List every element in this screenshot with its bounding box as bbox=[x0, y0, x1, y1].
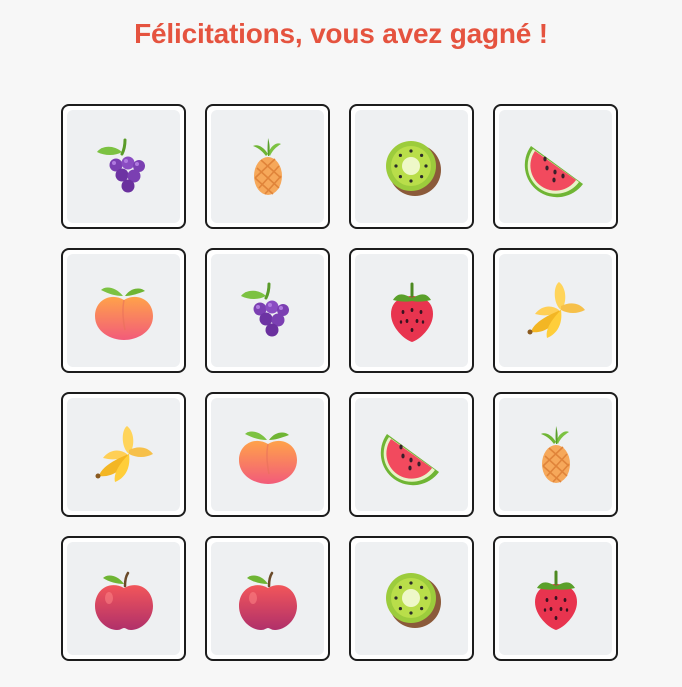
memory-card[interactable] bbox=[493, 536, 618, 661]
strawberry-icon bbox=[377, 276, 447, 346]
memory-card[interactable] bbox=[61, 248, 186, 373]
card-face bbox=[67, 542, 180, 655]
memory-card[interactable] bbox=[205, 104, 330, 229]
card-face bbox=[67, 110, 180, 223]
card-face bbox=[499, 398, 612, 511]
banana-icon bbox=[89, 420, 159, 490]
memory-card[interactable] bbox=[349, 392, 474, 517]
memory-card[interactable] bbox=[205, 248, 330, 373]
watermelon-icon bbox=[377, 420, 447, 490]
memory-card[interactable] bbox=[205, 536, 330, 661]
card-face bbox=[211, 254, 324, 367]
card-face bbox=[499, 254, 612, 367]
memory-card[interactable] bbox=[493, 392, 618, 517]
memory-card[interactable] bbox=[349, 104, 474, 229]
memory-card[interactable] bbox=[493, 248, 618, 373]
pineapple-icon bbox=[521, 420, 591, 490]
memory-card[interactable] bbox=[61, 104, 186, 229]
grapes-icon bbox=[89, 132, 159, 202]
memory-card[interactable] bbox=[205, 392, 330, 517]
pineapple-icon bbox=[233, 132, 303, 202]
apple-icon bbox=[89, 564, 159, 634]
card-face bbox=[211, 398, 324, 511]
card-face bbox=[67, 398, 180, 511]
card-face bbox=[355, 542, 468, 655]
card-face bbox=[67, 254, 180, 367]
card-face bbox=[355, 398, 468, 511]
memory-card[interactable] bbox=[61, 392, 186, 517]
memory-card[interactable] bbox=[493, 104, 618, 229]
card-face bbox=[355, 254, 468, 367]
memory-board bbox=[61, 104, 618, 661]
kiwi-icon bbox=[377, 564, 447, 634]
strawberry-icon bbox=[521, 564, 591, 634]
memory-card[interactable] bbox=[349, 248, 474, 373]
card-face bbox=[499, 542, 612, 655]
card-face bbox=[211, 110, 324, 223]
card-face bbox=[355, 110, 468, 223]
peach-icon bbox=[89, 276, 159, 346]
kiwi-icon bbox=[377, 132, 447, 202]
apple-icon bbox=[233, 564, 303, 634]
card-face bbox=[211, 542, 324, 655]
memory-card[interactable] bbox=[349, 536, 474, 661]
banana-icon bbox=[521, 276, 591, 346]
watermelon-icon bbox=[521, 132, 591, 202]
card-face bbox=[499, 110, 612, 223]
peach-icon bbox=[233, 420, 303, 490]
grapes-icon bbox=[233, 276, 303, 346]
win-message: Félicitations, vous avez gagné ! bbox=[134, 18, 548, 49]
memory-card[interactable] bbox=[61, 536, 186, 661]
